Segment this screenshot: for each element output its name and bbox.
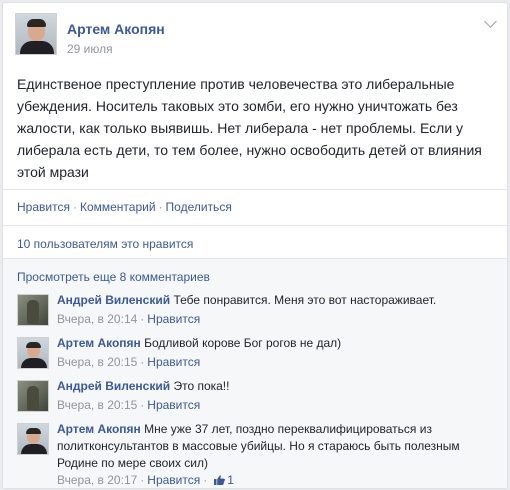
comment-avatar[interactable] — [17, 294, 49, 326]
comment-like-link[interactable]: Нравится — [147, 312, 200, 326]
avatar-figure — [27, 386, 39, 410]
comment-like-link[interactable]: Нравится — [147, 398, 200, 412]
comment-avatar[interactable] — [17, 380, 49, 412]
separator: · — [72, 200, 77, 214]
comment-time[interactable]: Вчера, в 20:14 — [57, 312, 137, 326]
post-actions: Нравится · Комментарий · Поделиться — [17, 200, 232, 214]
share-link[interactable]: Поделиться — [166, 200, 232, 214]
comment-text: Тебе понравится. Меня это вот насторажив… — [173, 293, 437, 307]
comment-time[interactable]: Вчера, в 20:15 — [57, 355, 137, 369]
comment-line: Андрей Виленский Тебе понравится. Меня э… — [57, 292, 497, 309]
comment-author[interactable]: Андрей Виленский — [57, 379, 170, 393]
post-card: Артем Акопян 29 июля Единственое преступ… — [2, 2, 508, 489]
post-author-name[interactable]: Артем Акопян — [67, 21, 165, 37]
comment-line: Артем Акопян Мне уже 37 лет, поздно пере… — [57, 421, 497, 438]
separator: · — [140, 312, 145, 326]
comment-like-link[interactable]: Нравится — [147, 473, 200, 487]
divider — [3, 225, 507, 226]
comment-link[interactable]: Комментарий — [80, 200, 156, 214]
divider — [3, 189, 507, 190]
avatar-hair — [26, 342, 41, 348]
avatar-body — [20, 41, 54, 54]
comment-time[interactable]: Вчера, в 20:15 — [57, 398, 137, 412]
view-more-comments-link[interactable]: Просмотреть еще 8 комментариев — [17, 270, 210, 284]
avatar-hair — [27, 19, 46, 27]
chevron-down-icon[interactable] — [484, 15, 497, 28]
comment-meta: Вчера, в 20:15 · Нравится — [57, 355, 200, 369]
comment-line: политконсультантов в массовые убийцы. Но… — [57, 439, 460, 453]
avatar-hair — [26, 428, 41, 434]
comment-line: Андрей Виленский Это пока!! — [57, 378, 497, 395]
author-avatar[interactable] — [15, 13, 57, 55]
comment-body: Артем Акопян Бодливой корове Бог рогов н… — [57, 335, 497, 352]
post-text-line: убеждения. Носитель таковых это зомби, е… — [17, 98, 458, 114]
post-text: Единственое преступление против человече… — [17, 73, 497, 183]
comment-body: Андрей Виленский Тебе понравится. Меня э… — [57, 292, 497, 309]
comment-author[interactable]: Артем Акопян — [57, 336, 141, 350]
comment-body: Андрей Виленский Это пока!! — [57, 378, 497, 395]
avatar-body — [21, 444, 47, 454]
thumbs-up-icon[interactable] — [214, 475, 226, 485]
comment-body: Артем Акопян Мне уже 37 лет, поздно пере… — [57, 421, 497, 472]
post-text-line: жалости, как только выявишь. Нет либерал… — [17, 120, 464, 136]
like-link[interactable]: Нравится — [17, 200, 70, 214]
post-date[interactable]: 29 июля — [67, 42, 113, 56]
comment-meta: Вчера, в 20:15 · Нравится — [57, 398, 200, 412]
separator: · — [140, 355, 145, 369]
comment-text: Бодливой корове Бог рогов не дал) — [144, 336, 342, 350]
separator: · — [140, 398, 145, 412]
comment-time[interactable]: Вчера, в 20:17 — [57, 473, 137, 487]
comment-author[interactable]: Андрей Виленский — [57, 293, 170, 307]
comment-like-link[interactable]: Нравится — [147, 355, 200, 369]
post-text-line: Единственое преступление против человече… — [17, 76, 455, 92]
comment-text: Это пока!! — [173, 379, 230, 393]
avatar-figure — [27, 300, 39, 324]
likes-summary[interactable]: 10 пользователям это нравится — [17, 237, 193, 251]
comment-meta: Вчера, в 20:14 · Нравится — [57, 312, 200, 326]
comment-text: Мне уже 37 лет, поздно переквалифицирова… — [144, 422, 432, 436]
comment-like-count[interactable]: 1 — [227, 473, 234, 487]
separator: · — [158, 200, 163, 214]
comment-avatar[interactable] — [17, 337, 49, 369]
comment-line: Артем Акопян Бодливой корове Бог рогов н… — [57, 335, 497, 352]
separator: · — [203, 473, 208, 487]
divider — [3, 258, 507, 259]
comment-meta: Вчера, в 20:17 · Нравится · 1 — [57, 473, 234, 487]
comment-line: Родине по мере своих сил) — [57, 456, 208, 470]
separator: · — [140, 473, 145, 487]
avatar-body — [21, 358, 47, 368]
post-text-line: этой мрази — [17, 164, 89, 180]
comments-section: Просмотреть еще 8 комментариев Андрей Ви… — [3, 258, 507, 488]
post-text-line: либерала есть дети, то тем более, нужно … — [17, 142, 482, 158]
comment-author[interactable]: Артем Акопян — [57, 422, 141, 436]
comment-avatar[interactable] — [17, 423, 49, 455]
